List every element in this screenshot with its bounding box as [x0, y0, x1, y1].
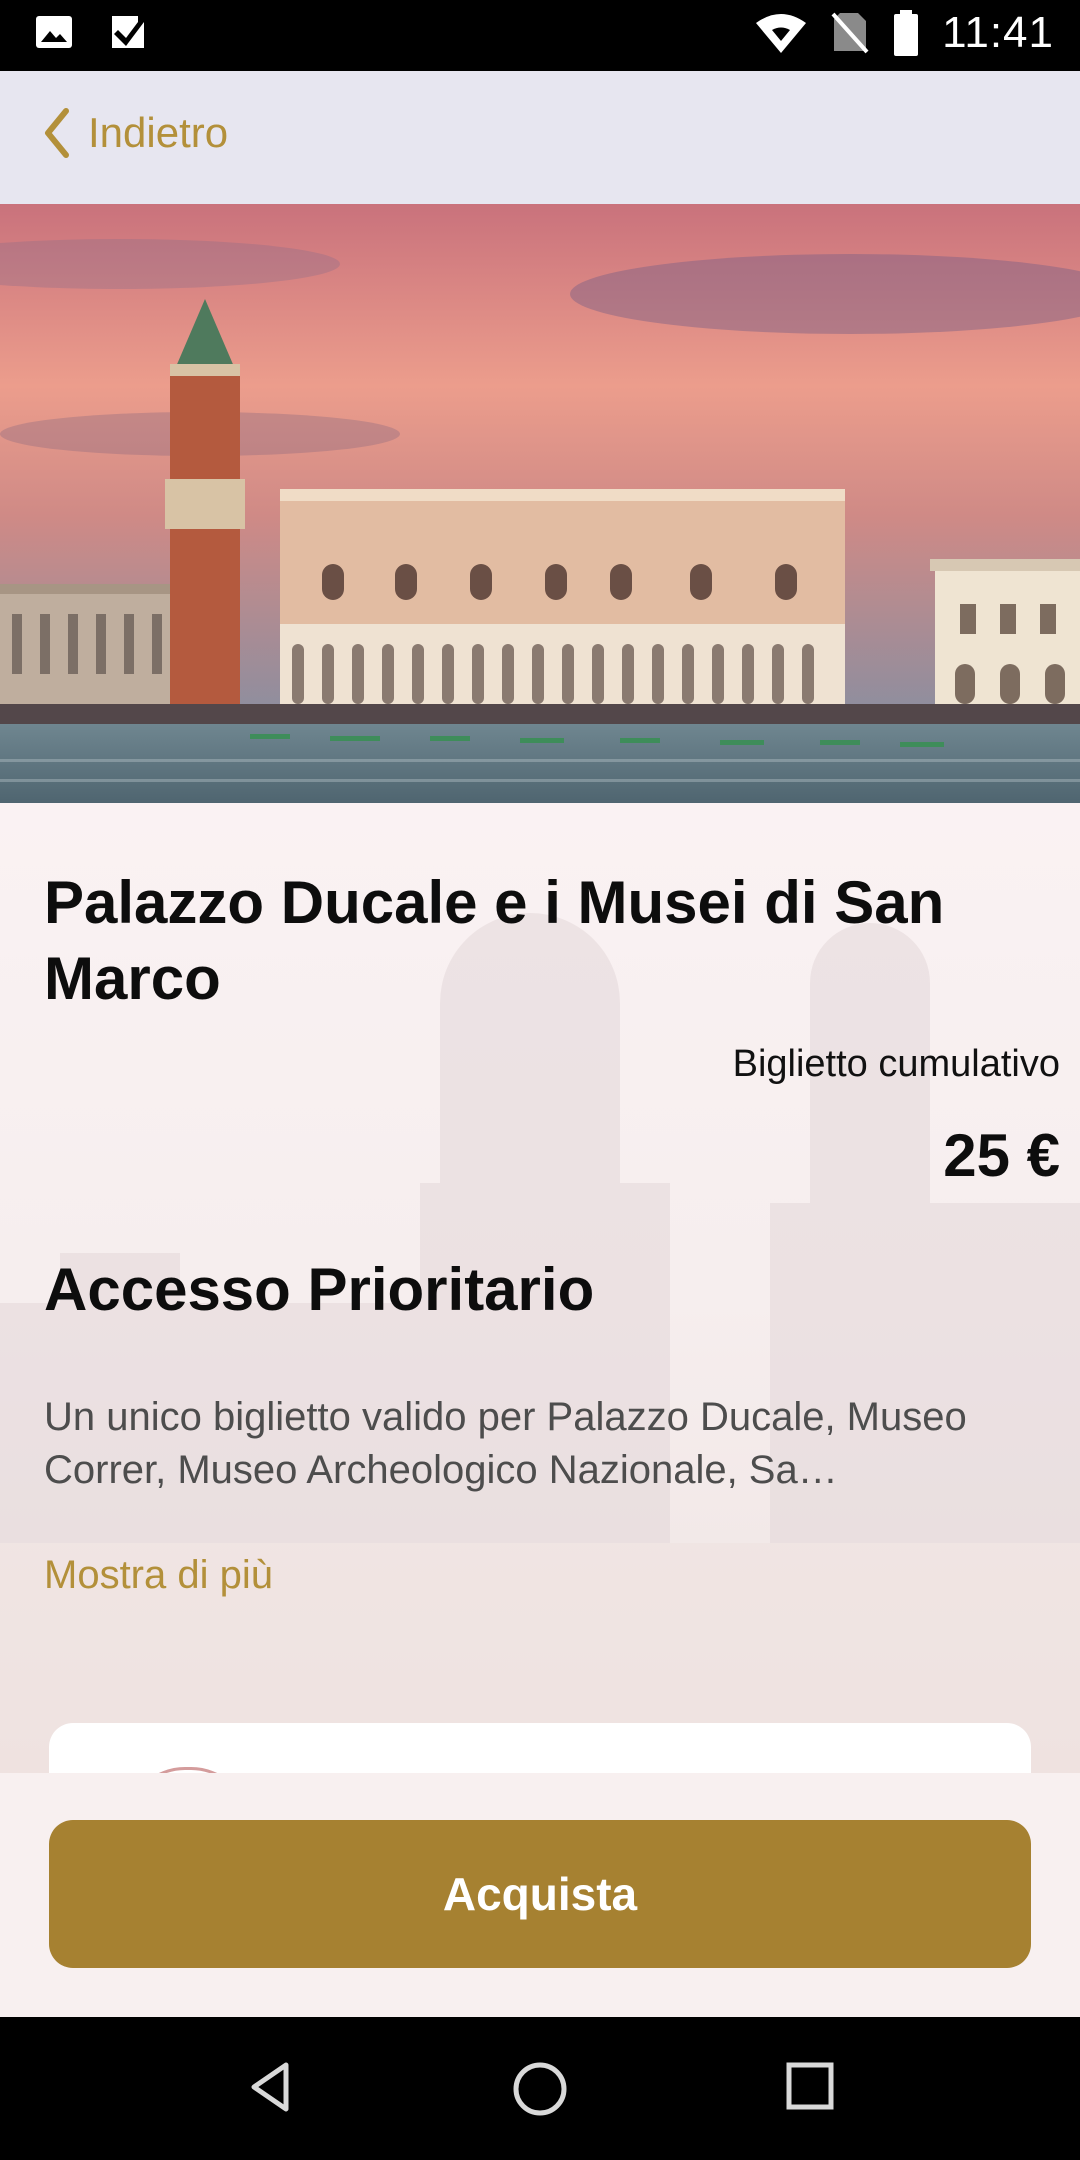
back-triangle-icon[interactable] — [248, 2061, 292, 2118]
back-label: Indietro — [88, 109, 229, 156]
home-circle-icon[interactable] — [512, 2061, 568, 2122]
purchase-bar: Acquista — [0, 1773, 1080, 2017]
ticket-type: Biglietto cumulativo — [732, 1043, 1060, 1085]
checkbox-icon — [108, 12, 148, 52]
attraction-title: Palazzo Ducale e i Musei di San Marco — [44, 869, 945, 1012]
recents-square-icon[interactable] — [785, 2061, 835, 2116]
wifi-icon — [754, 11, 808, 55]
battery-icon — [892, 10, 920, 56]
chevron-left-icon — [45, 108, 69, 158]
hero-image — [0, 204, 1080, 803]
clock: 11:41 — [942, 8, 1054, 57]
no-sim-icon — [830, 11, 870, 55]
system-navigation-bar — [0, 2017, 1080, 2160]
attraction-details: Palazzo Ducale e i Musei di San Marco Bi… — [0, 803, 1080, 1773]
back-button[interactable]: Indietro — [42, 107, 228, 159]
buy-button[interactable]: Acquista — [49, 1820, 1031, 1968]
section-title: Accesso Prioritario — [44, 1256, 595, 1323]
image-icon — [34, 12, 74, 52]
status-bar: 11:41 — [0, 0, 1080, 71]
top-navigation-bar: Indietro — [0, 71, 1080, 204]
ticket-price: 25 € — [943, 1122, 1060, 1189]
show-more-link[interactable]: Mostra di più — [44, 1553, 273, 1598]
info-card[interactable] — [49, 1723, 1031, 1773]
description-text: Un unico biglietto valido per Palazzo Du… — [44, 1395, 967, 1492]
